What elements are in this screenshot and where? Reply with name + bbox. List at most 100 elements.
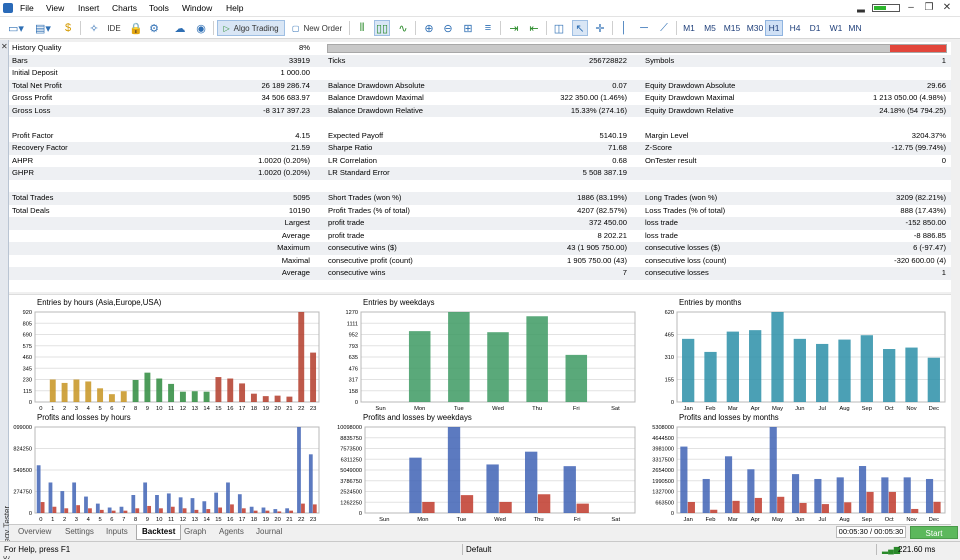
bar-chart-icon[interactable]: ⫴	[354, 20, 370, 36]
timeframe-mn[interactable]: MN	[846, 20, 864, 36]
report-value-1: -8 317 397.23	[263, 105, 310, 115]
timeframe-m15[interactable]: M15	[720, 20, 744, 36]
profit-bar	[273, 509, 278, 513]
loss-bar	[422, 501, 435, 513]
settings-icon[interactable]: ⚙	[146, 20, 162, 36]
loss-bar	[754, 497, 762, 513]
x-tick-label: 22	[298, 517, 304, 523]
report-value-1: Average	[281, 268, 310, 277]
close-panel-icon[interactable]: ✕	[1, 42, 8, 51]
bar	[883, 349, 896, 402]
minimize-icon[interactable]: –	[904, 2, 918, 14]
tile-windows-icon[interactable]: ⊞	[460, 20, 476, 36]
status-bar: For Help, press F1 Default ▂▄▆ 221.60 ms	[0, 541, 960, 556]
loss-bar	[911, 508, 919, 513]
ide-button[interactable]: IDE	[104, 20, 124, 36]
x-tick-label: Fri	[573, 406, 580, 412]
menu-window[interactable]: Window	[182, 3, 212, 13]
menu-insert[interactable]: Insert	[78, 3, 99, 13]
screenshot-icon[interactable]: ◫	[551, 20, 567, 36]
candle-chart-icon[interactable]: ▯▯	[374, 20, 390, 36]
bar	[250, 393, 257, 402]
test-timer: 00:05:30 / 00:05:30	[836, 526, 906, 538]
cloud-icon[interactable]: ☁	[172, 20, 188, 36]
signals-icon[interactable]: ◉	[193, 20, 209, 36]
menu-charts[interactable]: Charts	[112, 3, 137, 13]
report-label-2: Balance Drawdown Relative	[328, 105, 423, 115]
report-value-2: 1 905 750.00 (43)	[567, 255, 627, 265]
cursor-icon[interactable]: ↖	[572, 20, 588, 36]
profiles-icon[interactable]: ▤▾	[32, 20, 54, 36]
x-tick-label: 10	[156, 406, 162, 412]
horizontal-line-icon[interactable]: ─	[636, 20, 652, 36]
report-row	[9, 117, 951, 130]
market-icon[interactable]: $	[60, 20, 76, 36]
timeframe-m5[interactable]: M5	[701, 20, 719, 36]
report-label-3: loss trade	[645, 230, 678, 240]
profit-bar	[308, 454, 313, 513]
y-tick-label: 7573500	[340, 447, 362, 453]
tab-inputs[interactable]: Inputs	[101, 525, 133, 540]
profit-bar	[190, 498, 195, 513]
loss-bar	[88, 508, 92, 513]
new-chart-icon[interactable]: ▭▾	[5, 20, 27, 36]
zoom-out-icon[interactable]: ⊖	[440, 20, 456, 36]
zoom-in-icon[interactable]: ⊕	[421, 20, 437, 36]
menu-view[interactable]: View	[46, 3, 64, 13]
chart-shift-icon[interactable]: ⇤	[526, 20, 542, 36]
tab-graph[interactable]: Graph	[179, 525, 211, 540]
report-value-2: 0.07	[612, 80, 627, 90]
profit-bar	[486, 464, 499, 513]
x-tick-label: 22	[298, 406, 304, 412]
x-tick-label: 16	[227, 517, 233, 523]
line-chart-icon[interactable]: ∿	[395, 20, 411, 36]
menu-file[interactable]: File	[20, 3, 34, 13]
y-tick-label: 690	[23, 333, 32, 339]
toolbar: ▭▾ ▤▾ $ ✧ IDE 🔒 ⚙ ☁ ◉ ▷ Algo Trading ▢ New…	[0, 17, 960, 39]
new-order-button[interactable]: ▢ New Order	[289, 20, 345, 36]
x-tick-label: 5	[98, 406, 101, 412]
profit-bar	[524, 451, 538, 513]
close-icon[interactable]: ✕	[940, 2, 954, 14]
lock-icon[interactable]: 🔒	[128, 20, 144, 36]
tab-backtest[interactable]: Backtest	[136, 525, 182, 540]
algo-trading-button[interactable]: ▷ Algo Trading	[217, 20, 285, 36]
profit-bar	[95, 503, 100, 513]
profit-bar	[226, 482, 230, 513]
start-button[interactable]: Start	[910, 526, 958, 539]
bar	[298, 312, 305, 402]
y-tick-label: 465	[665, 333, 674, 339]
timeframe-w1[interactable]: W1	[827, 20, 845, 36]
report-row: Initial Deposit 1 000.00	[9, 67, 951, 80]
profit-bar	[297, 427, 301, 513]
tab-settings[interactable]: Settings	[60, 525, 99, 540]
vertical-line-icon[interactable]: │	[616, 20, 632, 36]
signal-icon: ▂	[857, 2, 865, 13]
tab-journal[interactable]: Journal	[251, 525, 287, 540]
timeframe-m30[interactable]: M30	[744, 20, 766, 36]
timeframe-h4[interactable]: H4	[786, 20, 804, 36]
report-row: Recovery Factor 21.59 Sharpe Ratio 71.68 Z-S…	[9, 142, 951, 155]
menu-help[interactable]: Help	[226, 3, 243, 13]
metaeditor-icon[interactable]: ✧	[86, 20, 102, 36]
report-label-3: Equity Drawdown Relative	[645, 105, 734, 115]
loss-bar	[866, 491, 874, 513]
timeframe-h1[interactable]: H1	[765, 20, 783, 36]
timeframe-m1[interactable]: M1	[680, 20, 698, 36]
tab-overview[interactable]: Overview	[13, 525, 56, 540]
autoscroll-icon[interactable]: ⇥	[506, 20, 522, 36]
tab-agents[interactable]: Agents	[214, 525, 249, 540]
arrange-icon[interactable]: ≡	[480, 20, 496, 36]
report-row: Largest profit trade 372 450.00 loss trade -…	[9, 217, 951, 230]
timeframe-d1[interactable]: D1	[806, 20, 824, 36]
restore-icon[interactable]: ❐	[922, 2, 936, 14]
x-tick-label: 16	[227, 406, 233, 412]
trendline-icon[interactable]: ⟋	[656, 20, 672, 36]
report-value-3: 3204.37%	[911, 130, 946, 140]
x-tick-label: Oct	[885, 517, 894, 523]
bar	[73, 379, 80, 402]
bar	[793, 338, 806, 402]
crosshair-icon[interactable]: ✛	[592, 20, 608, 36]
menu-tools[interactable]: Tools	[149, 3, 169, 13]
x-tick-label: Mon	[417, 517, 428, 523]
